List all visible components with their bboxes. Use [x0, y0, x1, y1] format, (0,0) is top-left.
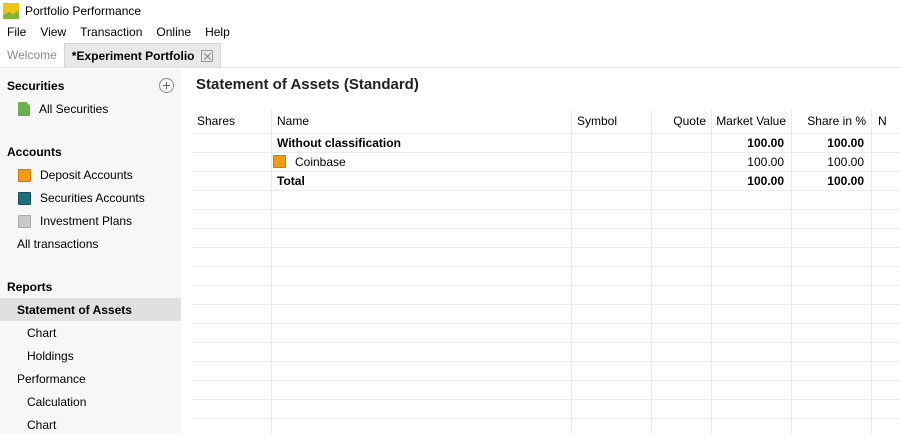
row-divider — [192, 228, 900, 229]
row-divider — [192, 266, 900, 267]
row-divider — [192, 361, 900, 362]
row-without-classification-name[interactable]: Without classification — [277, 134, 401, 153]
column-header-market-value[interactable]: Market Value — [712, 110, 786, 133]
menu-transaction[interactable]: Transaction — [73, 22, 149, 43]
row-coinbase-share: 100.00 — [827, 155, 864, 169]
sidebar-item-label: Statement of Assets — [17, 303, 132, 317]
sidebar-item-label: All Securities — [39, 102, 109, 116]
row-divider — [192, 380, 900, 381]
sidebar-item-label: All transactions — [17, 237, 99, 251]
sidebar-item-performance-chart[interactable]: Chart — [27, 414, 56, 434]
sidebar-item-calculation[interactable]: Calculation — [27, 391, 86, 413]
window-title: Portfolio Performance — [25, 4, 142, 18]
column-header-shares[interactable]: Shares — [197, 110, 267, 133]
column-divider — [271, 110, 272, 434]
row-divider — [192, 323, 900, 324]
close-icon[interactable] — [201, 49, 214, 62]
sidebar-item-statement-of-assets[interactable]: Statement of Assets — [17, 299, 132, 321]
tab-welcome[interactable]: Welcome — [0, 43, 64, 67]
row-divider — [192, 285, 900, 286]
menu-file[interactable]: File — [0, 22, 33, 43]
menu-bar: File View Transaction Online Help — [0, 22, 900, 43]
row-total-market-value: 100.00 — [747, 174, 784, 188]
editor-tab-bar: Welcome *Experiment Portfolio — [0, 43, 900, 68]
sidebar-item-all-securities[interactable]: All Securities — [18, 98, 108, 120]
sidebar-item-label: Calculation — [27, 395, 87, 409]
document-icon — [18, 102, 30, 116]
tab-experiment-portfolio-label: *Experiment Portfolio — [71, 48, 195, 63]
column-divider — [651, 110, 652, 434]
column-header-symbol[interactable]: Symbol — [577, 110, 647, 133]
securities-account-icon — [18, 191, 31, 205]
investment-plan-icon — [18, 214, 31, 228]
sidebar-item-label: Chart — [27, 326, 57, 340]
tab-welcome-label: Welcome — [7, 48, 57, 62]
row-divider — [192, 399, 900, 400]
sidebar-item-deposit-accounts[interactable]: Deposit Accounts — [18, 164, 133, 186]
title-bar: Portfolio Performance — [0, 0, 900, 22]
menu-view[interactable]: View — [33, 22, 73, 43]
section-header-securities: Securities — [7, 79, 65, 93]
sidebar-item-holdings[interactable]: Holdings — [27, 345, 74, 367]
deposit-account-icon — [273, 155, 286, 168]
page-title: Statement of Assets (Standard) — [196, 76, 419, 93]
section-header-accounts: Accounts — [7, 145, 62, 159]
sidebar-item-chart[interactable]: Chart — [27, 322, 56, 344]
sidebar-item-securities-accounts[interactable]: Securities Accounts — [18, 187, 145, 209]
row-total-name: Total — [277, 174, 305, 188]
row-divider — [192, 418, 900, 419]
add-icon[interactable] — [159, 78, 174, 93]
app-logo-icon — [3, 3, 19, 19]
column-header-name[interactable]: Name — [277, 110, 567, 133]
deposit-account-icon — [18, 168, 31, 182]
row-divider — [192, 304, 900, 305]
statement-table: Shares Name Symbol Quote Market Value Sh… — [192, 110, 900, 434]
sidebar-item-label: Securities Accounts — [40, 191, 145, 205]
sidebar-item-investment-plans[interactable]: Investment Plans — [18, 210, 132, 232]
row-total-share: 100.00 — [827, 174, 864, 188]
section-header-reports: Reports — [7, 280, 53, 294]
row-divider — [192, 342, 900, 343]
row-divider — [192, 247, 900, 248]
row-coinbase-market-value: 100.00 — [747, 155, 784, 169]
column-header-n[interactable]: N — [878, 110, 898, 133]
column-header-quote[interactable]: Quote — [652, 110, 706, 133]
row-without-classification-market-value: 100.00 — [747, 136, 784, 150]
sidebar-item-label: Performance — [17, 372, 86, 386]
sidebar-item-performance[interactable]: Performance — [17, 368, 86, 390]
column-divider — [871, 110, 872, 434]
sidebar-item-label: Chart — [27, 418, 57, 432]
row-coinbase-name[interactable]: Coinbase — [295, 153, 346, 172]
sidebar-item-label: Holdings — [27, 349, 74, 363]
column-header-share-percent[interactable]: Share in % — [792, 110, 866, 133]
row-without-classification-share: 100.00 — [827, 136, 864, 150]
sidebar-item-all-transactions[interactable]: All transactions — [17, 233, 98, 255]
menu-help[interactable]: Help — [198, 22, 237, 43]
sidebar-item-label: Investment Plans — [40, 214, 133, 228]
row-divider — [192, 209, 900, 210]
column-divider — [571, 110, 572, 434]
menu-online[interactable]: Online — [149, 22, 198, 43]
tab-experiment-portfolio[interactable]: *Experiment Portfolio — [63, 43, 222, 67]
sidebar-item-label: Deposit Accounts — [40, 168, 133, 182]
